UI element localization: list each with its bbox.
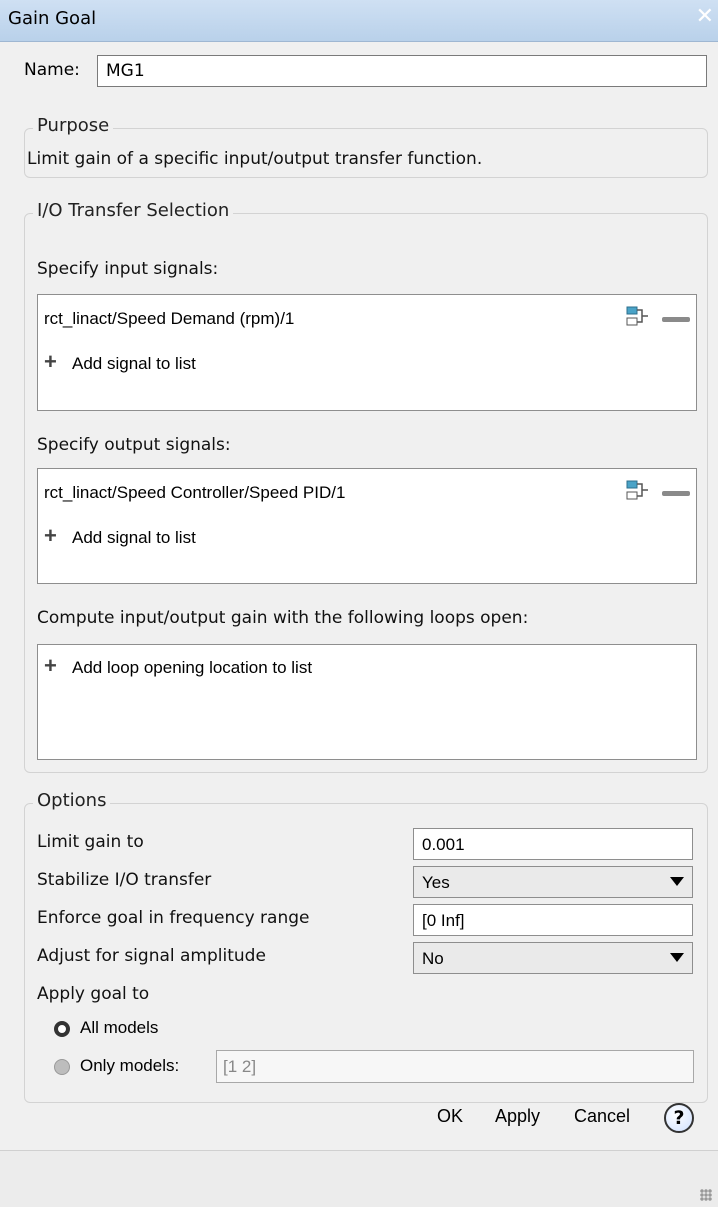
limit-gain-label: Limit gain to bbox=[37, 832, 144, 852]
limit-gain-input[interactable]: 0.001 bbox=[413, 828, 693, 860]
purpose-legend: Purpose bbox=[33, 115, 114, 136]
only-models-radio[interactable] bbox=[54, 1059, 70, 1075]
all-models-label[interactable]: All models bbox=[80, 1018, 158, 1038]
only-models-label[interactable]: Only models: bbox=[80, 1056, 179, 1076]
resize-grip-icon[interactable] bbox=[700, 1189, 712, 1201]
ok-button[interactable]: OK bbox=[437, 1106, 463, 1127]
stabilize-select[interactable]: Yes bbox=[413, 866, 693, 898]
output-signals-label: Specify output signals: bbox=[37, 435, 231, 455]
plus-icon: + bbox=[44, 349, 57, 374]
frequency-range-value: [0 Inf] bbox=[422, 911, 465, 930]
purpose-group: Purpose Limit gain of a specific input/o… bbox=[24, 115, 708, 178]
input-signals-list[interactable]: rct_linact/Speed Demand (rpm)/1 + Add sig… bbox=[37, 294, 697, 411]
plus-icon: + bbox=[44, 653, 57, 678]
remove-signal-icon[interactable] bbox=[662, 491, 690, 496]
gain-goal-dialog: Gain Goal ✕ Name: Purpose Limit gain of … bbox=[0, 0, 718, 1207]
chevron-down-icon bbox=[670, 953, 684, 962]
signal-amplitude-select[interactable]: No bbox=[413, 942, 693, 974]
name-label: Name: bbox=[24, 60, 80, 80]
add-loop-opening-button[interactable]: + Add loop opening location to list bbox=[44, 655, 312, 678]
add-output-signal-button[interactable]: + Add signal to list bbox=[44, 525, 196, 548]
cancel-button[interactable]: Cancel bbox=[574, 1106, 630, 1127]
output-signal-item[interactable]: rct_linact/Speed Controller/Speed PID/1 bbox=[44, 483, 345, 503]
add-loop-label: Add loop opening location to list bbox=[72, 658, 313, 677]
purpose-text: Limit gain of a specific input/output tr… bbox=[27, 149, 483, 169]
all-models-radio[interactable] bbox=[54, 1021, 70, 1037]
output-signals-list[interactable]: rct_linact/Speed Controller/Speed PID/1 … bbox=[37, 468, 697, 584]
add-input-signal-button[interactable]: + Add signal to list bbox=[44, 351, 196, 374]
plus-icon: + bbox=[44, 523, 57, 548]
io-transfer-legend: I/O Transfer Selection bbox=[33, 200, 234, 221]
frequency-range-input[interactable]: [0 Inf] bbox=[413, 904, 693, 936]
options-legend: Options bbox=[33, 790, 111, 811]
apply-button[interactable]: Apply bbox=[495, 1106, 540, 1127]
remove-signal-icon[interactable] bbox=[662, 317, 690, 322]
loops-label: Compute input/output gain with the follo… bbox=[37, 608, 529, 628]
models-value: [1 2] bbox=[223, 1057, 257, 1076]
title-bar: Gain Goal ✕ bbox=[0, 0, 718, 42]
highlight-signal-icon[interactable] bbox=[624, 480, 650, 506]
signal-amplitude-label: Adjust for signal amplitude bbox=[37, 946, 266, 966]
input-signals-label: Specify input signals: bbox=[37, 259, 219, 279]
chevron-down-icon bbox=[670, 877, 684, 886]
input-signal-item[interactable]: rct_linact/Speed Demand (rpm)/1 bbox=[44, 309, 294, 329]
window-title: Gain Goal bbox=[8, 8, 97, 29]
frequency-range-label: Enforce goal in frequency range bbox=[37, 908, 310, 928]
limit-gain-value: 0.001 bbox=[422, 835, 465, 854]
status-bar bbox=[0, 1150, 718, 1207]
only-models-input[interactable]: [1 2] bbox=[216, 1050, 694, 1083]
highlight-signal-icon[interactable] bbox=[624, 306, 650, 332]
close-icon[interactable]: ✕ bbox=[696, 6, 714, 28]
loop-openings-list[interactable]: + Add loop opening location to list bbox=[37, 644, 697, 760]
name-input[interactable] bbox=[97, 55, 707, 87]
stabilize-value: Yes bbox=[422, 873, 450, 892]
add-signal-label: Add signal to list bbox=[72, 354, 196, 373]
signal-amplitude-value: No bbox=[422, 949, 444, 968]
apply-goal-label: Apply goal to bbox=[37, 984, 150, 1004]
stabilize-label: Stabilize I/O transfer bbox=[37, 870, 212, 890]
help-icon[interactable]: ? bbox=[664, 1103, 694, 1133]
add-signal-label: Add signal to list bbox=[72, 528, 196, 547]
io-transfer-group: I/O Transfer Selection Specify input sig… bbox=[24, 200, 708, 773]
